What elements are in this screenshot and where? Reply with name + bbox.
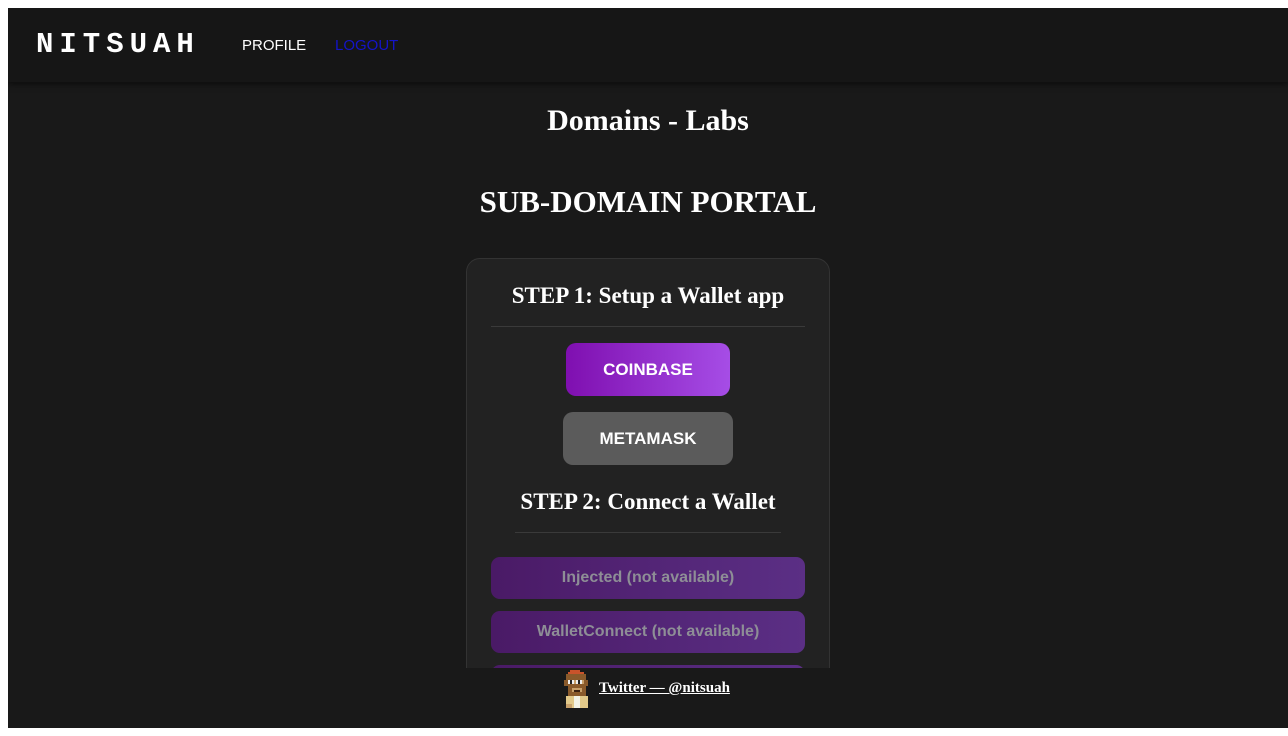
brand-logo[interactable]: NITSUAH [36, 28, 200, 61]
top-navbar: NITSUAH PROFILE LOGOUT [8, 8, 1288, 82]
twitter-link[interactable]: Twitter — @nitsuah [599, 680, 730, 697]
pixel-ape-avatar-icon [564, 670, 588, 708]
step2-divider [515, 532, 781, 533]
nav-logout-link[interactable]: LOGOUT [335, 37, 398, 54]
coinbase-button[interactable]: COINBASE [566, 343, 730, 396]
walletconnect-connector-button[interactable]: WalletConnect (not available) [491, 611, 805, 653]
step1-divider [491, 326, 805, 327]
portal-title: SUB-DOMAIN PORTAL [479, 184, 817, 219]
wallet-setup-card: STEP 1: Setup a Wallet app COINBASE META… [466, 258, 830, 698]
step1-heading: STEP 1: Setup a Wallet app [511, 283, 785, 308]
step2-heading: STEP 2: Connect a Wallet [520, 489, 776, 514]
metamask-button[interactable]: METAMASK [563, 412, 733, 465]
app-frame: NITSUAH PROFILE LOGOUT Domains - Labs SU… [8, 8, 1288, 728]
injected-connector-button[interactable]: Injected (not available) [491, 557, 805, 599]
page-footer: Twitter — @nitsuah [8, 668, 1288, 728]
site-title: Domains - Labs [547, 104, 749, 137]
nav-profile-link[interactable]: PROFILE [242, 37, 306, 54]
